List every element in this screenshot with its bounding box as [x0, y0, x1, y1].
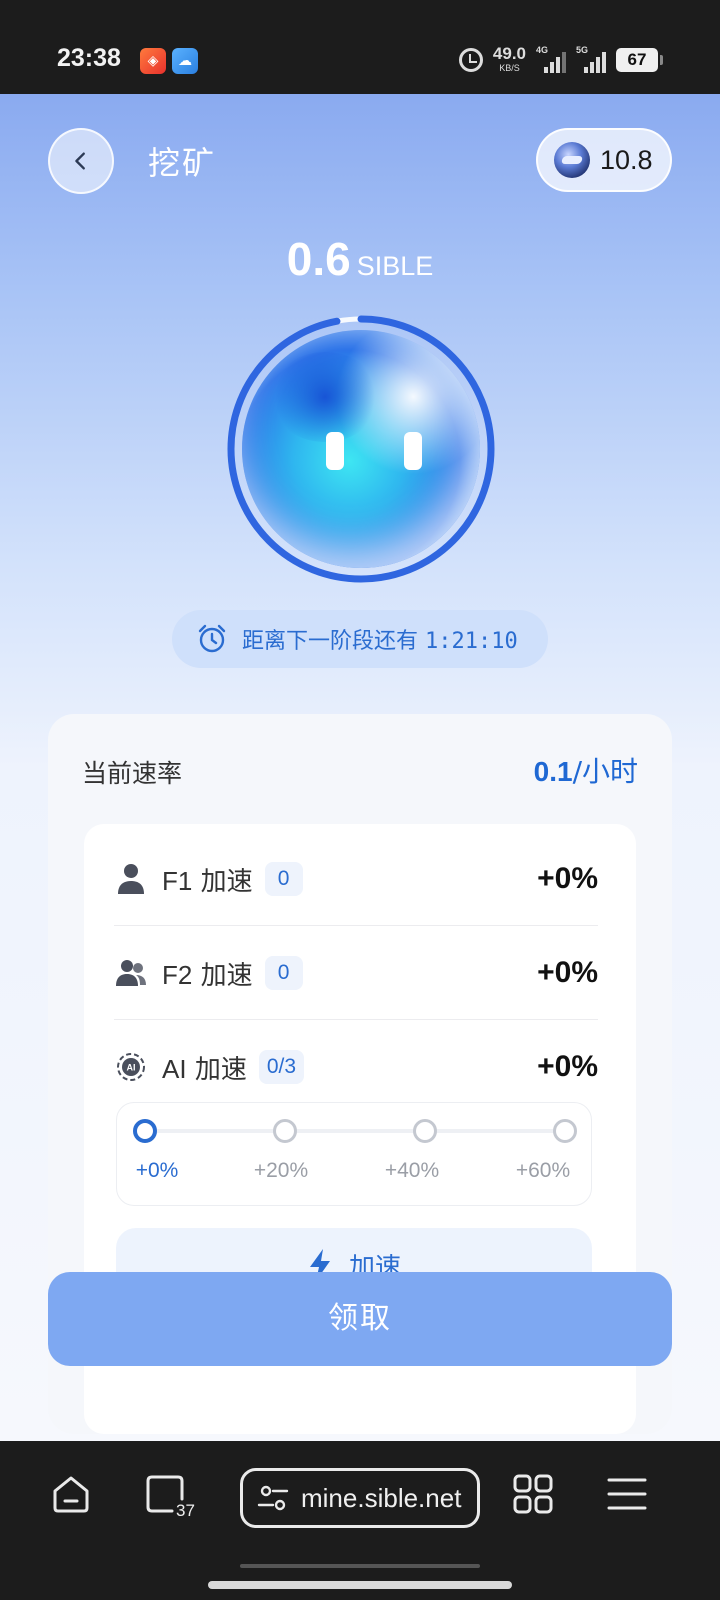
boost-percent: +0% — [537, 1050, 598, 1083]
countdown-time: 1:21:10 — [425, 629, 518, 654]
page-title: 挖矿 — [148, 144, 217, 182]
ai-level-tick: +40% — [384, 1159, 440, 1182]
address-bar[interactable]: mine.sible.net — [240, 1468, 480, 1528]
countdown-text: 距离下一阶段还有 1:21:10 — [242, 629, 518, 654]
coin-icon — [554, 142, 590, 178]
ai-level-tick: +60% — [515, 1159, 571, 1182]
countdown-pill: 距离下一阶段还有 1:21:10 — [172, 610, 548, 668]
status-indicators: 49.0 KB/S 4G 5G 67 — [458, 44, 663, 76]
back-button[interactable] — [48, 128, 114, 194]
claim-button[interactable]: 领取 — [48, 1272, 672, 1366]
hamburger-menu-icon — [607, 1478, 647, 1510]
ai-level-tick: +0% — [135, 1159, 179, 1182]
tab-count: 37 — [176, 1501, 195, 1520]
notification-app-icon: ◈ — [140, 48, 166, 74]
ai-level-progress: +0% +20% +40% +60% — [116, 1102, 592, 1206]
alarm-icon — [458, 48, 483, 72]
menu-button[interactable] — [606, 1473, 648, 1515]
ai-level-node[interactable] — [553, 1119, 577, 1143]
ai-level-node[interactable] — [413, 1119, 437, 1143]
ai-chip-icon: AI — [117, 1053, 145, 1081]
boost-name: F1 加速 — [162, 865, 253, 897]
boost-count-badge: 0/3 — [258, 1050, 305, 1084]
boost-row-f1: F1 加速 0 +0% — [114, 832, 598, 926]
mined-amount-unit: SIBLE — [356, 251, 434, 281]
ai-level-node[interactable] — [273, 1119, 297, 1143]
ai-level-tick: +20% — [253, 1159, 309, 1182]
rate-value: 0.1/小时 — [533, 755, 638, 788]
boost-name: F2 加速 — [162, 959, 253, 991]
ai-level-node[interactable] — [133, 1119, 157, 1143]
boost-count-badge: 0 — [264, 956, 303, 990]
boost-row-f2: F2 加速 0 +0% — [114, 926, 598, 1020]
weather-app-icon: ☁ — [172, 48, 198, 74]
users-icon — [116, 960, 146, 986]
balance-value: 10.8 — [600, 144, 653, 175]
user-icon — [118, 864, 144, 894]
sim1-signal-icon: 4G — [536, 45, 566, 75]
orb-eye-left — [326, 432, 344, 470]
status-bar: 23:38 ◈ ☁ 49.0 KB/S 4G 5G 67 — [0, 0, 720, 94]
mining-orb[interactable] — [226, 314, 496, 584]
boost-percent: +0% — [537, 862, 598, 895]
site-settings-icon[interactable] — [257, 1484, 289, 1512]
mining-page: 挖矿 10.8 0.6 SIBLE 距离下一阶段还有 1:21:10 当前速率 0… — [0, 94, 720, 1441]
boost-row-ai: AI AI 加速 0/3 +0% — [114, 1020, 598, 1114]
orb-character — [242, 330, 480, 568]
scroll-indicator — [240, 1564, 480, 1568]
orb-eye-right — [404, 432, 422, 470]
balance-pill[interactable]: 10.8 — [536, 128, 672, 192]
battery-icon: 67 — [616, 48, 663, 72]
mined-amount-value: 0.6 — [286, 233, 351, 285]
grid-icon — [513, 1474, 553, 1514]
alarm-clock-icon — [198, 624, 226, 653]
url-text: mine.sible.net — [301, 1482, 462, 1513]
boost-percent: +0% — [537, 956, 598, 989]
boost-name: AI 加速 — [162, 1053, 247, 1085]
sim2-signal-icon: 5G — [576, 45, 606, 75]
network-speed: 49.0 KB/S — [492, 44, 526, 73]
ai-level-track — [145, 1129, 565, 1133]
home-icon — [53, 1476, 89, 1513]
status-time: 23:38 — [57, 44, 121, 72]
boost-count-badge: 0 — [264, 862, 303, 896]
mined-amount: 0.6 SIBLE — [0, 232, 720, 286]
rate-label: 当前速率 — [82, 759, 183, 788]
apps-button[interactable] — [512, 1473, 554, 1515]
home-button[interactable] — [50, 1473, 92, 1515]
chevron-left-icon — [75, 152, 85, 170]
browser-toolbar: 37 mine.sible.net — [0, 1441, 720, 1600]
svg-text:AI: AI — [127, 1063, 136, 1073]
gesture-home-indicator[interactable] — [208, 1581, 512, 1589]
